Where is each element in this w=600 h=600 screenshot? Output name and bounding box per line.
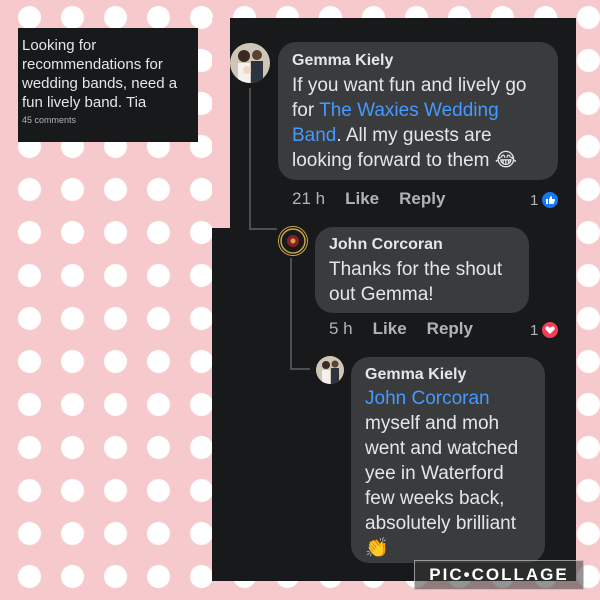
thread-line xyxy=(290,258,292,368)
avatar[interactable] xyxy=(316,356,344,384)
post-text: Looking for recommendations for wedding … xyxy=(22,37,178,111)
comment-author[interactable]: John Corcoran xyxy=(329,236,515,254)
comment-author[interactable]: Gemma Kiely xyxy=(365,366,531,384)
thread-line xyxy=(249,88,251,228)
comment-actions: 5 h Like Reply xyxy=(329,319,473,339)
pic-collage-watermark: PIC•COLLAGE xyxy=(414,560,584,590)
comment-text: Thanks for the shout out Gemma! xyxy=(329,259,503,305)
reaction-summary[interactable]: 1 xyxy=(530,191,560,209)
clapping-emoji-icon: 👏 xyxy=(365,537,389,559)
like-button[interactable]: Like xyxy=(373,319,407,339)
thread-line xyxy=(290,368,310,370)
comment-timestamp[interactable]: 21 h xyxy=(292,189,325,209)
comment-bubble: John Corcoran Thanks for the shout out G… xyxy=(315,227,529,313)
comment-author[interactable]: Gemma Kiely xyxy=(292,52,544,70)
reply-button[interactable]: Reply xyxy=(399,189,445,209)
reaction-count: 1 xyxy=(530,321,539,339)
reaction-count: 1 xyxy=(530,191,539,209)
comment-bubble: Gemma Kiely If you want fun and lively g… xyxy=(278,42,558,180)
comment-timestamp[interactable]: 5 h xyxy=(329,319,353,339)
heart-icon xyxy=(541,321,560,339)
comments-count[interactable]: 45 comments xyxy=(22,115,192,125)
avatar[interactable] xyxy=(278,226,308,256)
band-logo-icon xyxy=(280,228,306,254)
post-card: Looking for recommendations for wedding … xyxy=(18,28,198,142)
background-notch xyxy=(212,18,230,228)
like-button[interactable]: Like xyxy=(345,189,379,209)
mention-link[interactable]: John Corcoran xyxy=(365,388,490,409)
avatar[interactable] xyxy=(230,43,270,83)
comment-bubble: Gemma Kiely John Corcoran myself and moh … xyxy=(351,357,545,563)
reply-button[interactable]: Reply xyxy=(427,319,473,339)
thumbs-up-icon xyxy=(541,191,560,209)
comment-thread: Gemma Kiely If you want fun and lively g… xyxy=(212,18,576,581)
avatar-photo-icon xyxy=(230,43,270,83)
comment-text: If you want fun and lively go for The Wa… xyxy=(292,73,544,173)
avatar-photo-icon xyxy=(316,356,344,384)
reaction-summary[interactable]: 1 xyxy=(530,321,560,339)
comment-text-part: myself and moh went and watched yee in W… xyxy=(365,413,519,534)
comment-actions: 21 h Like Reply xyxy=(292,189,445,209)
laughing-emoji-icon: 😂 xyxy=(494,149,517,171)
thread-line xyxy=(249,228,277,230)
comment-text: John Corcoran myself and moh went and wat… xyxy=(365,386,531,561)
